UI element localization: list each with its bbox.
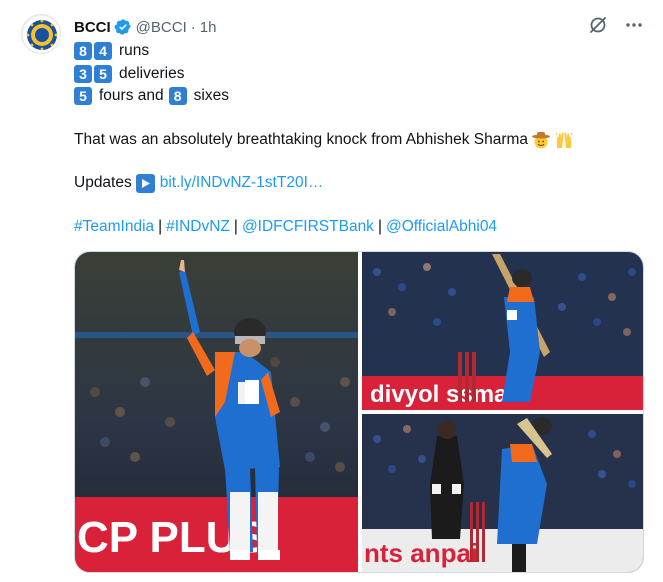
separator: |: [377, 217, 382, 235]
avatar[interactable]: [21, 14, 61, 54]
stat-line-runs: 8 4 runs: [74, 40, 644, 63]
stat-label: deliveries: [119, 64, 185, 82]
banner-text: divyol ssmar: [370, 381, 517, 408]
author-handle[interactable]: @BCCI: [136, 19, 187, 36]
keycap-digit: 8: [74, 42, 92, 61]
tweet-text: 8 4 runs 3 5 deliveries 5 fours and 8 si…: [74, 40, 644, 239]
mention-officialabhi04[interactable]: @OfficialAbhi04: [386, 216, 497, 239]
raising-hands-emoji: [555, 132, 573, 149]
sentence-text: That was an absolutely breathtaking knoc…: [74, 130, 529, 148]
praise-sentence: That was an absolutely breathtaking knoc…: [74, 129, 644, 152]
play-arrow-icon: [135, 174, 155, 194]
banner-text: nts anpai: [364, 538, 478, 568]
hashtag-indvnz[interactable]: #INDvNZ: [166, 216, 230, 239]
header-actions: [587, 14, 645, 36]
keycap-digit: 8: [168, 87, 187, 106]
stat-line-deliveries: 3 5 deliveries: [74, 63, 644, 86]
author-name[interactable]: BCCI: [74, 19, 111, 36]
timestamp[interactable]: 1h: [200, 19, 217, 36]
mention-idfcfirstbank[interactable]: @IDFCFIRSTBank: [242, 216, 374, 239]
tweet-card[interactable]: BCCI @BCCI · 1h 8 4 runs 3 5 deliveries …: [0, 0, 663, 582]
keycap-digit: 5: [94, 64, 112, 83]
keycap-digit: 4: [94, 42, 112, 61]
tweet-header: BCCI @BCCI · 1h: [74, 16, 216, 38]
more-icon[interactable]: [623, 14, 645, 36]
stat-label: fours and: [99, 87, 164, 105]
stat-label: sixes: [193, 87, 229, 105]
stat-line-boundaries: 5 fours and 8 sixes: [74, 85, 644, 108]
separator: |: [233, 217, 238, 235]
hashtag-line: #TeamIndia | #INDvNZ | @IDFCFIRSTBank | …: [74, 216, 644, 239]
updates-link[interactable]: bit.ly/INDvNZ-1stT20I…: [160, 172, 324, 195]
face-with-cowboy-hat-emoji: [532, 132, 551, 149]
updates-label: Updates: [74, 174, 132, 192]
grok-icon[interactable]: [587, 14, 609, 36]
keycap-digit: 5: [74, 87, 92, 106]
verified-badge-icon[interactable]: [114, 18, 132, 36]
updates-line: Updates bit.ly/INDvNZ-1stT20I…: [74, 172, 644, 195]
media-grid: CP PLUS divyol ssmar nts anpai: [74, 251, 644, 573]
photo-batter-celebrating[interactable]: CP PLUS: [75, 252, 358, 572]
separator: |: [158, 217, 163, 235]
stat-label: runs: [119, 42, 150, 59]
keycap-digit: 3: [74, 64, 92, 83]
hashtag-teamindia[interactable]: #TeamIndia: [74, 216, 154, 239]
photo-batter-shot[interactable]: divyol ssmar: [362, 252, 643, 410]
header-dot: ·: [190, 18, 196, 36]
photo-batter-and-keeper[interactable]: nts anpai: [362, 414, 643, 572]
bcci-logo-icon: [23, 16, 60, 53]
